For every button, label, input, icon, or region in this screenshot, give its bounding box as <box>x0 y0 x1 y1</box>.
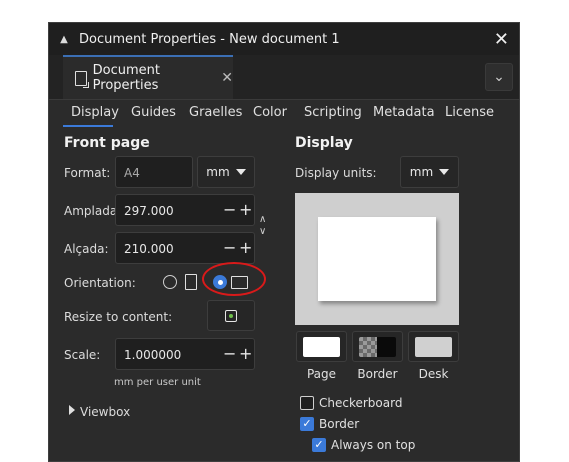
scale-label: Scale: <box>64 348 101 362</box>
width-decrement-button[interactable]: − <box>223 202 236 218</box>
scale-increment-button[interactable]: + <box>239 346 252 362</box>
scale-unit-text: mm per user unit <box>114 377 201 388</box>
border-label: Border <box>319 417 360 431</box>
desk-color-label: Desk <box>418 367 449 381</box>
orientation-landscape-radio[interactable] <box>213 275 227 289</box>
width-increment-button[interactable]: + <box>239 202 252 218</box>
resize-to-content-label: Resize to content: <box>64 310 173 324</box>
display-title: Display <box>295 135 353 151</box>
chevron-down-icon <box>439 169 450 175</box>
display-units-dropdown[interactable]: mm <box>400 156 459 188</box>
always-on-top-checkbox[interactable]: ✓ <box>312 438 326 452</box>
dock-tab-document-properties[interactable]: Document Properties ✕ <box>63 55 233 99</box>
border-color-swatch-checker <box>359 337 377 357</box>
window-close-button[interactable]: ✕ <box>494 29 509 50</box>
display-units-value: mm <box>409 165 434 179</box>
border-checkbox[interactable]: ✓ <box>300 417 314 431</box>
format-label: Format: <box>64 166 111 180</box>
tab-display[interactable]: Display <box>71 105 119 120</box>
border-color-swatch-solid <box>377 337 396 357</box>
chevron-down-icon <box>235 169 246 175</box>
tab-bar: Display Guides Graelles Color Scripting … <box>49 101 519 127</box>
page-preview <box>295 193 459 325</box>
tab-metadata[interactable]: Metadata <box>373 105 435 120</box>
tab-color[interactable]: Color <box>253 105 287 120</box>
tab-license[interactable]: License <box>445 105 494 120</box>
dock-tab-bar: Document Properties ✕ ⌄ <box>49 55 519 100</box>
resize-to-content-icon <box>225 310 237 322</box>
dock-tab-close-icon[interactable]: ✕ <box>221 70 233 86</box>
title-bar: ▲ Document Properties - New document 1 <box>49 23 519 55</box>
app-icon: ▲ <box>60 33 68 45</box>
page-color-label: Page <box>306 367 337 381</box>
format-unit-value: mm <box>206 165 230 179</box>
border-color-label: Border <box>357 367 398 381</box>
portrait-page-icon <box>185 274 197 290</box>
width-value: 297.000 <box>124 204 174 218</box>
always-on-top-label: Always on top <box>331 438 416 452</box>
desk-color-swatch <box>415 337 452 357</box>
height-field[interactable]: 210.000 − + <box>115 232 255 264</box>
tab-scripting[interactable]: Scripting <box>304 105 362 120</box>
scale-decrement-button[interactable]: − <box>223 346 236 362</box>
format-unit-dropdown[interactable]: mm <box>197 156 255 188</box>
height-value: 210.000 <box>124 242 174 256</box>
dock-tab-label: Document Properties <box>92 63 161 93</box>
width-field[interactable]: 297.000 − + <box>115 194 255 226</box>
desk-color-button[interactable] <box>408 331 459 362</box>
link-dimensions-icon[interactable]: ∧ ∨ <box>259 214 266 238</box>
page-color-swatch <box>303 337 340 357</box>
page-color-button[interactable] <box>296 331 347 362</box>
width-label: Amplada: <box>64 204 122 218</box>
landscape-page-icon <box>231 276 248 289</box>
scale-field[interactable]: 1.000000 − + <box>115 338 255 370</box>
height-decrement-button[interactable]: − <box>223 240 236 256</box>
format-field[interactable]: A4 <box>115 156 193 188</box>
scale-value: 1.000000 <box>124 348 182 362</box>
front-page-title: Front page <box>64 135 150 151</box>
tab-guides[interactable]: Guides <box>131 105 176 120</box>
viewbox-expander[interactable]: Viewbox <box>80 405 130 419</box>
document-icon <box>75 70 89 88</box>
window-title: Document Properties - New document 1 <box>79 31 340 47</box>
format-value: A4 <box>124 166 140 180</box>
checkerboard-checkbox[interactable] <box>300 396 314 410</box>
height-increment-button[interactable]: + <box>239 240 252 256</box>
active-tab-indicator <box>63 125 113 127</box>
orientation-label: Orientation: <box>64 276 136 290</box>
display-units-label: Display units: <box>295 166 377 180</box>
chevron-right-icon[interactable] <box>69 405 75 415</box>
preview-page <box>318 217 436 301</box>
tab-graelles[interactable]: Graelles <box>189 105 242 120</box>
height-label: Alçada: <box>64 242 109 256</box>
border-color-button[interactable] <box>352 331 403 362</box>
orientation-portrait-radio[interactable] <box>163 275 177 289</box>
dock-menu-chevron-down-icon[interactable]: ⌄ <box>485 63 513 91</box>
checkerboard-label: Checkerboard <box>319 396 403 410</box>
